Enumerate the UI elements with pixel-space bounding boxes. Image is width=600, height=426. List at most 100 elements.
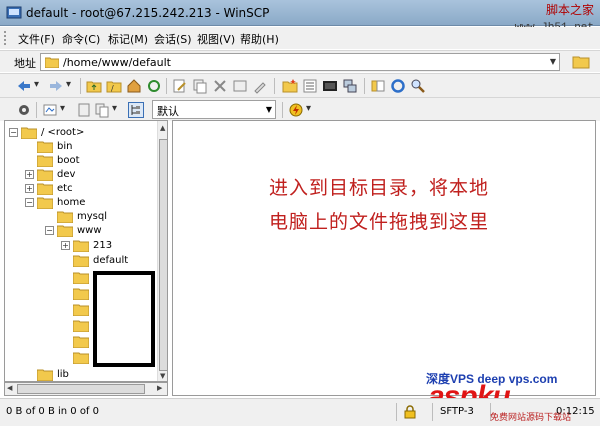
address-bar: 地址 /home/www/default ▼: [0, 50, 600, 72]
folder-icon: [73, 336, 89, 348]
tree-item-root[interactable]: − / <root>: [9, 125, 84, 139]
copy-icon[interactable]: [192, 78, 208, 94]
folder-icon: [37, 197, 53, 209]
lightning-dropdown-icon[interactable]: ▾: [306, 103, 311, 114]
scroll-right-icon[interactable]: ▶: [157, 384, 162, 392]
folder-icon: [73, 272, 89, 284]
menu-file[interactable]: 文件(F): [18, 31, 55, 47]
tree-toggle-icon[interactable]: [128, 102, 144, 118]
menu-session[interactable]: 会话(S): [154, 31, 192, 47]
expand-icon[interactable]: +: [61, 240, 70, 250]
status-info: 0 B of 0 B in 0 of 0: [6, 406, 99, 417]
sort-dropdown-icon[interactable]: ▾: [60, 103, 65, 114]
tree-item-home[interactable]: − home: [25, 195, 85, 209]
folder-icon: [45, 57, 59, 68]
parent-folder-icon[interactable]: [86, 78, 102, 94]
putty-icon[interactable]: [342, 78, 358, 94]
tree-item-lib[interactable]: lib: [37, 367, 69, 381]
toolbar-separator: [36, 102, 37, 118]
address-field[interactable]: /home/www/default ▼: [40, 53, 560, 71]
view-mode-icon[interactable]: [94, 102, 110, 118]
open-folder-icon[interactable]: [572, 54, 590, 70]
folder-icon: [37, 155, 53, 167]
file-list-panel[interactable]: 进入到目标目录，将本地 电脑上的文件拖拽到这里: [172, 120, 596, 396]
synchronize-icon[interactable]: [390, 78, 406, 94]
address-label: 地址: [14, 57, 36, 70]
folder-icon: [37, 183, 53, 195]
status-separator: [432, 403, 433, 421]
refresh-icon[interactable]: [146, 78, 162, 94]
collapse-icon[interactable]: −: [45, 225, 54, 235]
rename-icon[interactable]: [252, 78, 268, 94]
address-path: /home/www/default: [63, 56, 171, 69]
new-folder-icon[interactable]: [282, 78, 298, 94]
navigation-toolbar: ▾ ▾ /: [0, 73, 600, 97]
collapse-icon[interactable]: −: [9, 127, 18, 137]
menu-help[interactable]: 帮助(H): [240, 31, 279, 47]
properties-icon[interactable]: [232, 78, 248, 94]
delete-icon[interactable]: [212, 78, 228, 94]
preferences-icon[interactable]: [76, 102, 92, 118]
expand-icon[interactable]: +: [25, 183, 34, 193]
find-files-icon[interactable]: [410, 78, 426, 94]
toolbar-separator: [364, 78, 365, 94]
scroll-thumb[interactable]: [159, 139, 167, 371]
expand-icon[interactable]: +: [25, 169, 34, 179]
console-icon[interactable]: [322, 78, 338, 94]
tree-item-boot[interactable]: boot: [37, 153, 80, 167]
toolbar-separator: [166, 78, 167, 94]
lightning-icon[interactable]: [288, 102, 304, 118]
chevron-down-icon[interactable]: ▼: [266, 105, 272, 114]
scroll-down-icon[interactable]: ▼: [160, 372, 165, 380]
tree-item-etc[interactable]: + etc: [25, 181, 73, 195]
view-dropdown-icon[interactable]: ▾: [112, 103, 117, 114]
aspku-subtitle: 免费网站源码下载站: [490, 413, 572, 423]
forward-arrow-icon[interactable]: [48, 78, 64, 94]
forward-dropdown-icon[interactable]: ▾: [66, 79, 71, 90]
tree-item-mysql[interactable]: mysql: [57, 209, 107, 223]
scroll-thumb[interactable]: [17, 384, 145, 394]
tree-item-213[interactable]: + 213: [61, 238, 112, 252]
folder-icon: [73, 240, 89, 252]
winscp-icon: [6, 6, 22, 19]
redaction-box: [93, 271, 155, 367]
folder-icon: [73, 288, 89, 300]
toolbar-grip: [4, 31, 7, 45]
toolbar-separator: [80, 78, 81, 94]
scroll-left-icon[interactable]: ◀: [7, 384, 12, 392]
collapse-icon[interactable]: −: [25, 197, 34, 207]
compare-icon[interactable]: [370, 78, 386, 94]
menu-view[interactable]: 视图(V): [197, 31, 235, 47]
folder-icon: [73, 352, 89, 364]
svg-text:/: /: [111, 84, 114, 93]
transfer-settings-select[interactable]: 默认 ▼: [152, 100, 276, 119]
edit-icon[interactable]: [172, 78, 188, 94]
status-separator: [396, 403, 397, 421]
scroll-up-icon[interactable]: ▲: [160, 124, 165, 132]
chevron-down-icon[interactable]: ▼: [550, 57, 556, 66]
toolbar-separator: [274, 78, 275, 94]
transfer-toolbar: ▾ ▾ 默认 ▼ ▾: [0, 97, 600, 121]
menu-mark[interactable]: 标记(M): [108, 31, 148, 47]
folder-icon: [73, 255, 89, 267]
lock-icon: [404, 405, 416, 419]
back-dropdown-icon[interactable]: ▾: [34, 79, 39, 90]
gear-icon[interactable]: [16, 102, 32, 118]
file-list-icon[interactable]: [302, 78, 318, 94]
tree-item-bin[interactable]: bin: [37, 139, 72, 153]
transfer-settings-value: 默认: [157, 105, 179, 118]
home-icon[interactable]: [126, 78, 142, 94]
back-arrow-icon[interactable]: [16, 78, 32, 94]
tree-item-www[interactable]: − www: [45, 223, 102, 237]
folder-icon: [21, 127, 37, 139]
menu-commands[interactable]: 命令(C): [62, 31, 100, 47]
folder-icon: [73, 320, 89, 332]
tree-horizontal-scrollbar[interactable]: ◀ ▶: [4, 382, 168, 396]
sort-icon[interactable]: [42, 102, 58, 118]
tree-item-dev[interactable]: + dev: [25, 167, 75, 181]
root-folder-icon[interactable]: /: [106, 78, 122, 94]
title-bar: default - root@67.215.242.213 - WinSCP 脚…: [0, 0, 600, 26]
tree-vertical-scrollbar[interactable]: ▲ ▼: [157, 121, 167, 381]
watermark-text: 脚本之家: [545, 3, 594, 17]
tree-item-default[interactable]: default: [73, 253, 128, 267]
